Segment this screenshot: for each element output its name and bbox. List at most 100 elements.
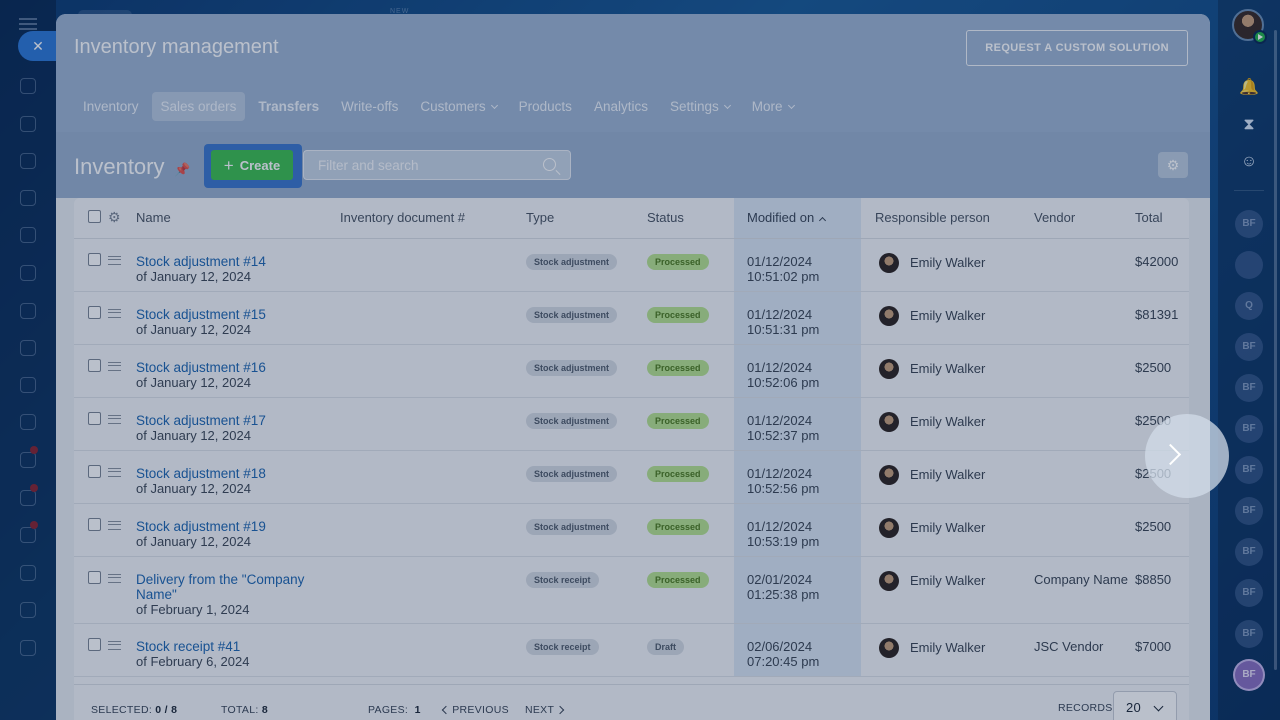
- contact-badge[interactable]: BF: [1235, 210, 1263, 238]
- tab-more[interactable]: More: [743, 92, 803, 121]
- column-header-vendor[interactable]: Vendor: [1034, 198, 1135, 239]
- search-input[interactable]: [304, 151, 570, 179]
- records-per-page-select[interactable]: 20: [1113, 691, 1177, 720]
- gear-icon[interactable]: ⚙: [108, 209, 121, 225]
- contact-badge[interactable]: [1235, 251, 1263, 279]
- tab-transfers[interactable]: Transfers: [249, 92, 328, 121]
- row-checkbox[interactable]: [88, 570, 101, 584]
- previous-page-button[interactable]: PREVIOUS: [441, 704, 509, 716]
- contact-badge[interactable]: Q: [1235, 292, 1263, 320]
- more-rail-icon[interactable]: [20, 640, 36, 656]
- rail-icon-1[interactable]: [20, 78, 36, 94]
- responsible-person[interactable]: Emily Walker: [879, 517, 1034, 538]
- responsible-person[interactable]: Emily Walker: [879, 464, 1034, 485]
- mail-rail-icon[interactable]: [20, 377, 36, 393]
- responsible-person[interactable]: Emily Walker: [879, 411, 1034, 432]
- create-button[interactable]: + Create: [211, 150, 293, 180]
- table-row[interactable]: Stock receipt #41 of February 6, 2024 Stoc…: [74, 623, 1189, 677]
- table-row[interactable]: Stock adjustment #14 of January 12, 2024 S…: [74, 238, 1189, 292]
- search-icon[interactable]: [543, 158, 556, 171]
- responsible-person[interactable]: Emily Walker: [879, 570, 1034, 591]
- card-rail-icon[interactable]: [20, 340, 36, 356]
- calendar-rail-icon[interactable]: [20, 227, 36, 243]
- drag-handle-icon[interactable]: [108, 361, 121, 371]
- drag-handle-icon[interactable]: [108, 573, 121, 583]
- row-checkbox[interactable]: [88, 252, 101, 266]
- column-header-name[interactable]: Name: [136, 198, 340, 239]
- drag-handle-icon[interactable]: [108, 640, 121, 650]
- spiral-icon[interactable]: ⧗: [1236, 112, 1262, 138]
- menu-icon[interactable]: [19, 18, 37, 30]
- drag-handle-icon[interactable]: [108, 467, 121, 477]
- column-header-total[interactable]: Total: [1135, 198, 1189, 239]
- chat-rail-icon[interactable]: [20, 116, 36, 132]
- pin-icon[interactable]: 📌: [174, 162, 190, 178]
- row-checkbox[interactable]: [88, 411, 101, 425]
- close-panel-button[interactable]: ✕: [18, 31, 60, 61]
- filter-rail-icon[interactable]: [20, 527, 36, 543]
- column-header-type[interactable]: Type: [526, 198, 647, 239]
- next-page-button[interactable]: NEXT: [525, 704, 565, 716]
- table-row[interactable]: Stock adjustment #15 of January 12, 2024 S…: [74, 291, 1189, 345]
- document-link[interactable]: Stock adjustment #14: [136, 254, 340, 269]
- contact-badge[interactable]: BF: [1235, 333, 1263, 361]
- feed-rail-icon[interactable]: [20, 153, 36, 169]
- contacts-rail-icon[interactable]: [20, 414, 36, 430]
- document-link[interactable]: Stock adjustment #17: [136, 413, 340, 428]
- contact-badge[interactable]: BF: [1235, 620, 1263, 648]
- contact-badge[interactable]: BF: [1235, 456, 1263, 484]
- table-row[interactable]: Stock adjustment #19 of January 12, 2024 S…: [74, 503, 1189, 557]
- row-checkbox[interactable]: [88, 637, 101, 651]
- tab-customers[interactable]: Customers: [411, 92, 505, 121]
- document-link[interactable]: Stock adjustment #19: [136, 519, 340, 534]
- tab-inventory[interactable]: Inventory: [74, 92, 148, 121]
- table-row[interactable]: Stock adjustment #17 of January 12, 2024 S…: [74, 397, 1189, 451]
- drag-handle-icon[interactable]: [108, 255, 121, 265]
- row-checkbox[interactable]: [88, 517, 101, 531]
- grid-rail-icon[interactable]: [20, 602, 36, 618]
- contact-badge[interactable]: BF: [1235, 538, 1263, 566]
- column-header-modified[interactable]: Modified on: [734, 198, 861, 239]
- document-link[interactable]: Stock receipt #41: [136, 639, 340, 654]
- scroll-right-button[interactable]: [1145, 414, 1229, 498]
- table-row[interactable]: Stock adjustment #16 of January 12, 2024 S…: [74, 344, 1189, 398]
- select-all-checkbox[interactable]: [88, 209, 101, 223]
- tab-settings[interactable]: Settings: [661, 92, 739, 121]
- row-checkbox[interactable]: [88, 305, 101, 319]
- column-header-document[interactable]: Inventory document #: [340, 198, 526, 239]
- table-row[interactable]: Stock adjustment #18 of January 12, 2024 S…: [74, 450, 1189, 504]
- document-link[interactable]: Stock adjustment #15: [136, 307, 340, 322]
- document-link[interactable]: Delivery from the "Company Name": [136, 572, 340, 602]
- messages-rail-icon[interactable]: [20, 490, 36, 506]
- schedule-rail-icon[interactable]: [20, 565, 36, 581]
- bell-icon[interactable]: 🔔: [1236, 75, 1262, 101]
- responsible-person[interactable]: Emily Walker: [879, 637, 1034, 658]
- tab-write-offs[interactable]: Write-offs: [332, 92, 407, 121]
- row-checkbox[interactable]: [88, 464, 101, 478]
- contact-badge[interactable]: BF: [1235, 579, 1263, 607]
- settings-button[interactable]: ⚙: [1158, 152, 1188, 178]
- column-header-responsible[interactable]: Responsible person: [861, 198, 1034, 239]
- request-custom-solution-button[interactable]: REQUEST A CUSTOM SOLUTION: [966, 30, 1188, 66]
- drag-handle-icon[interactable]: [108, 414, 121, 424]
- document-link[interactable]: Stock adjustment #18: [136, 466, 340, 481]
- contact-badge[interactable]: BF: [1235, 497, 1263, 525]
- tab-sales-orders[interactable]: Sales orders: [151, 92, 246, 121]
- tasks-rail-icon[interactable]: [20, 452, 36, 468]
- responsible-person[interactable]: Emily Walker: [879, 305, 1034, 326]
- column-header-status[interactable]: Status: [647, 198, 734, 239]
- responsible-person[interactable]: Emily Walker: [879, 252, 1034, 273]
- board-rail-icon[interactable]: [20, 303, 36, 319]
- chat-icon[interactable]: ☺: [1236, 149, 1262, 175]
- row-checkbox[interactable]: [88, 358, 101, 372]
- contact-badge[interactable]: BF: [1235, 415, 1263, 443]
- document-rail-icon[interactable]: [20, 265, 36, 281]
- table-row[interactable]: Delivery from the "Company Name" of Febru…: [74, 556, 1189, 624]
- hexagon-rail-icon[interactable]: [20, 190, 36, 206]
- tab-analytics[interactable]: Analytics: [585, 92, 657, 121]
- responsible-person[interactable]: Emily Walker: [879, 358, 1034, 379]
- document-link[interactable]: Stock adjustment #16: [136, 360, 340, 375]
- drag-handle-icon[interactable]: [108, 520, 121, 530]
- sidebar-scrollbar[interactable]: [1274, 30, 1277, 670]
- contact-badge[interactable]: BF: [1235, 374, 1263, 402]
